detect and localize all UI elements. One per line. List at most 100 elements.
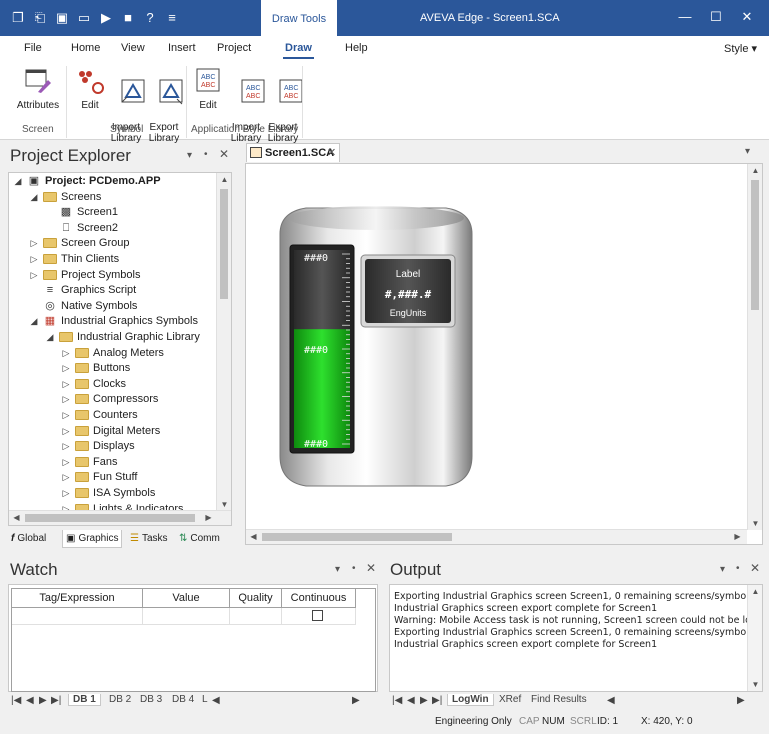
output-scroll-right-icon[interactable]: ▶ xyxy=(737,695,745,706)
canvas-horizontal-scrollbar[interactable]: ◀ ▶ xyxy=(246,529,747,544)
tab-file[interactable]: File xyxy=(24,42,42,54)
tree-item[interactable]: ▷ Displays xyxy=(61,438,135,454)
tree-item[interactable]: ◢ Screens xyxy=(29,189,102,205)
tree-item[interactable]: ▷ Fans xyxy=(61,454,118,470)
close-button[interactable]: ✕ xyxy=(736,8,758,26)
output-tab-logwin[interactable]: LogWin xyxy=(447,694,494,706)
symbol-edit-button[interactable]: Edit xyxy=(76,66,104,111)
doc-tabs-dropdown-icon[interactable]: ▾ xyxy=(745,146,750,157)
watch-close-icon[interactable]: ✕ xyxy=(366,561,376,575)
project-explorer-close-icon[interactable]: ✕ xyxy=(219,147,229,161)
watch-scroll-left-icon[interactable]: ◀ xyxy=(212,695,220,706)
open-folder-icon[interactable]: ⎗ xyxy=(32,10,48,26)
scroll-up-arrow-icon[interactable]: ▲ xyxy=(217,175,231,184)
tree-item[interactable]: ◎ Native Symbols xyxy=(29,298,137,314)
output-scroll-left-icon[interactable]: ◀ xyxy=(607,695,615,706)
output-last-icon[interactable]: ▶| xyxy=(432,695,442,706)
tree-item[interactable]: ▩ Screen1 xyxy=(45,204,118,220)
expand-arrow-icon[interactable]: ▷ xyxy=(29,251,39,267)
tree-item[interactable]: ≡ Graphics Script xyxy=(29,282,136,298)
output-pin-icon[interactable]: • xyxy=(736,563,740,574)
watch-next-icon[interactable]: ▶ xyxy=(39,695,47,706)
tree-item[interactable]: ◢ ▦ Industrial Graphics Symbols xyxy=(29,313,198,329)
output-first-icon[interactable]: |◀ xyxy=(392,695,402,706)
scroll-right-arrow-icon[interactable]: ▶ xyxy=(201,513,216,522)
tree-item[interactable]: ▷ Thin Clients xyxy=(29,251,120,267)
tab-global[interactable]: f Global xyxy=(8,530,49,548)
expand-arrow-icon[interactable]: ▷ xyxy=(61,407,71,423)
watch-tab-db4[interactable]: DB 4 xyxy=(169,694,197,705)
scroll-thumb[interactable] xyxy=(220,189,228,299)
expand-arrow-icon[interactable]: ▷ xyxy=(29,235,39,251)
watch-col-value[interactable]: Value xyxy=(143,589,230,608)
tree-item[interactable]: ◢ ▣ Project: PCDemo.APP xyxy=(13,173,161,189)
continuous-checkbox[interactable] xyxy=(312,610,323,621)
watch-cell-tag[interactable] xyxy=(12,608,143,625)
watch-tab-db3[interactable]: DB 3 xyxy=(137,694,165,705)
project-explorer-pin-icon[interactable]: • xyxy=(204,149,208,160)
canvas-v-thumb[interactable] xyxy=(751,180,759,310)
expand-arrow-icon[interactable]: ◢ xyxy=(13,173,23,189)
attributes-button[interactable]: Attributes xyxy=(14,66,62,111)
output-close-icon[interactable]: ✕ xyxy=(750,561,760,575)
tab-insert[interactable]: Insert xyxy=(168,42,196,54)
expand-arrow-icon[interactable]: ▷ xyxy=(61,485,71,501)
tree-item[interactable]: ▷ Analog Meters xyxy=(61,345,164,361)
output-next-icon[interactable]: ▶ xyxy=(420,695,428,706)
canvas-vertical-scrollbar[interactable]: ▲ ▼ xyxy=(747,164,762,530)
output-vertical-scrollbar[interactable]: ▲ ▼ xyxy=(747,585,762,691)
canvas-scroll-right-icon[interactable]: ▶ xyxy=(730,532,745,541)
watch-col-continuous[interactable]: Continuous xyxy=(282,589,356,608)
tree-item[interactable]: ▷ Counters xyxy=(61,407,138,423)
save-icon[interactable]: ▣ xyxy=(54,10,70,26)
tab-tasks[interactable]: ☰ Tasks xyxy=(127,530,171,548)
expand-arrow-icon[interactable]: ▷ xyxy=(61,469,71,485)
stop-icon[interactable]: ■ xyxy=(120,10,136,26)
output-log[interactable]: Exporting Industrial Graphics screen Scr… xyxy=(389,584,763,692)
tree-item[interactable]: ⎕ Screen2 xyxy=(45,220,118,236)
expand-arrow-icon[interactable]: ▷ xyxy=(61,423,71,439)
tab-help[interactable]: Help xyxy=(345,42,368,54)
tab-screen1-sca[interactable]: Screen1.SCA ✕ xyxy=(246,143,340,162)
output-tab-xref[interactable]: XRef xyxy=(496,694,524,705)
help-icon[interactable]: ? xyxy=(142,10,158,26)
watch-dropdown-icon[interactable]: ▾ xyxy=(335,564,340,575)
watch-tab-l[interactable]: L xyxy=(200,694,210,705)
watch-pin-icon[interactable]: • xyxy=(352,563,356,574)
tab-draw[interactable]: Draw xyxy=(283,42,314,59)
folder-icon[interactable]: ▭ xyxy=(76,10,92,26)
tab-project[interactable]: Project xyxy=(217,42,251,54)
maximize-button[interactable]: ☐ xyxy=(705,8,727,26)
expand-arrow-icon[interactable]: ▷ xyxy=(61,376,71,392)
scroll-down-arrow-icon[interactable]: ▼ xyxy=(217,500,231,509)
watch-tab-db1[interactable]: DB 1 xyxy=(68,694,101,706)
canvas-scroll-left-icon[interactable]: ◀ xyxy=(246,532,261,541)
screen-canvas[interactable]: ###0 ###0 ###0 Label #,###.# EngUnits ▲ … xyxy=(245,163,763,545)
tab-home[interactable]: Home xyxy=(71,42,100,54)
tree-item[interactable]: ▷ Buttons xyxy=(61,360,131,376)
watch-first-icon[interactable]: |◀ xyxy=(11,695,21,706)
tree-horizontal-scrollbar[interactable]: ◀ ▶ xyxy=(9,510,231,525)
watch-last-icon[interactable]: ▶| xyxy=(51,695,61,706)
watch-prev-icon[interactable]: ◀ xyxy=(26,695,34,706)
expand-arrow-icon[interactable]: ◢ xyxy=(29,313,39,329)
tree-item[interactable]: ▷ Compressors xyxy=(61,391,159,407)
watch-cell-value[interactable] xyxy=(143,608,230,625)
tab-view[interactable]: View xyxy=(121,42,145,54)
watch-tab-db2[interactable]: DB 2 xyxy=(106,694,134,705)
watch-cell-quality[interactable] xyxy=(230,608,282,625)
canvas-scroll-up-icon[interactable]: ▲ xyxy=(748,166,763,175)
scroll-left-arrow-icon[interactable]: ◀ xyxy=(9,513,24,522)
output-tab-find-results[interactable]: Find Results xyxy=(528,694,590,705)
tree-item[interactable]: ▷ Project Symbols xyxy=(29,267,141,283)
output-dropdown-icon[interactable]: ▾ xyxy=(720,564,725,575)
expand-arrow-icon[interactable]: ▷ xyxy=(61,360,71,376)
style-menu[interactable]: Style ▾ xyxy=(724,42,757,55)
h-scroll-thumb[interactable] xyxy=(25,514,195,522)
expand-arrow-icon[interactable]: ◢ xyxy=(45,329,55,345)
tree-item[interactable]: ▷ ISA Symbols xyxy=(61,485,156,501)
output-scroll-up-icon[interactable]: ▲ xyxy=(748,587,762,596)
tree-item[interactable]: ▷ Digital Meters xyxy=(61,423,161,439)
watch-col-quality[interactable]: Quality xyxy=(230,589,282,608)
tab-comm[interactable]: ⇅ Comm xyxy=(176,530,223,548)
